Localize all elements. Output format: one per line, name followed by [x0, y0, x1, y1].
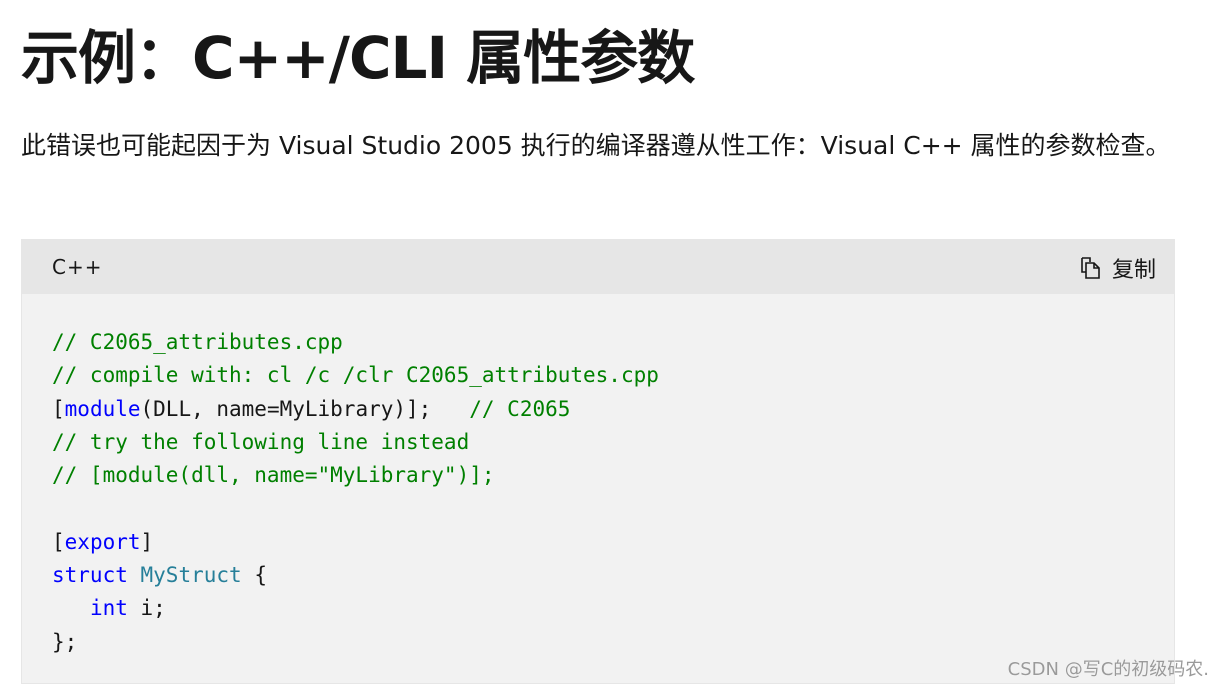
code-line: }; — [52, 626, 659, 659]
code-token-plain: }; — [52, 629, 78, 654]
code-line: // compile with: cl /c /clr C2065_attrib… — [52, 359, 659, 392]
code-token-comment: // C2065_attributes.cpp — [52, 330, 343, 354]
code-token-comment: // [module(dll, name="MyLibrary")]; — [52, 463, 495, 488]
code-token-plain: ] — [140, 529, 154, 554]
page-title: 示例：C++/CLI 属性参数 — [21, 24, 695, 92]
code-line: struct MyStruct { — [52, 559, 659, 592]
code-line: [export] — [52, 526, 659, 559]
code-line: // try the following line instead — [52, 426, 659, 459]
code-line: int i; — [52, 592, 659, 625]
code-token-plain: i; — [127, 596, 166, 621]
code-line: // C2065_attributes.cpp — [52, 326, 659, 359]
code-token-keyword: module — [64, 396, 141, 421]
code-line: [module(DLL, name=MyLibrary)]; // C2065 — [52, 393, 659, 426]
code-token-plain: (DLL, name=MyLibrary)]; — [140, 396, 470, 421]
code-token-comment: // compile with: cl /c /clr C2065_attrib… — [52, 363, 659, 388]
watermark: CSDN @写C的初级码农. — [1007, 659, 1209, 680]
code-token-plain: [ — [52, 529, 65, 554]
code-content: // C2065_attributes.cpp // compile with: … — [52, 326, 659, 659]
code-token-comment: // try the following line instead — [52, 429, 470, 454]
description-paragraph: 此错误也可能起因于为 Visual Studio 2005 执行的编译器遵从性工… — [21, 131, 1171, 160]
code-line: // [module(dll, name="MyLibrary")]; — [52, 459, 659, 492]
code-token-plain: { — [241, 563, 267, 588]
code-block: C++ 复制 // C2065_attributes.cpp // compile… — [21, 239, 1175, 684]
code-token-keyword: int — [89, 596, 128, 621]
copy-button[interactable]: 复制 — [1080, 252, 1156, 284]
code-token-comment: // C2065 — [469, 396, 571, 421]
copy-label: 复制 — [1111, 258, 1156, 283]
copy-icon — [1080, 256, 1102, 280]
code-language-label: C++ — [52, 255, 103, 279]
code-token-keyword: struct — [52, 563, 128, 588]
code-header: C++ 复制 — [22, 240, 1174, 294]
code-token-type: MyStruct — [140, 563, 242, 588]
code-token-keyword: export — [64, 529, 141, 554]
code-token-plain: [ — [52, 396, 65, 421]
